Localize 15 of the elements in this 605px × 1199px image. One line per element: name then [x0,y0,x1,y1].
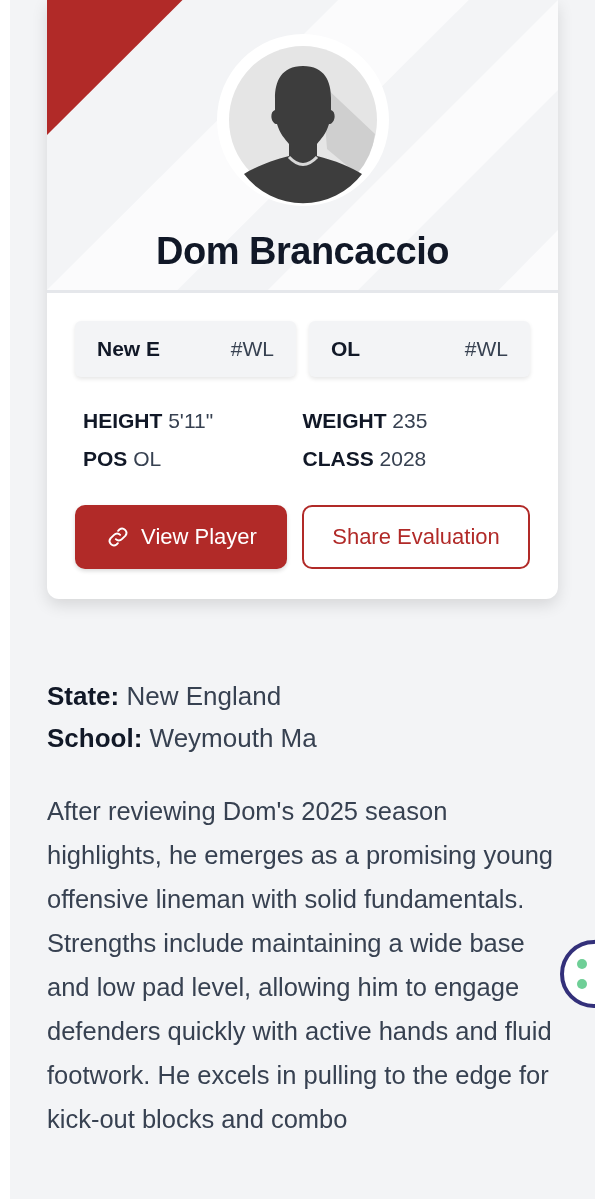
avatar-icon [216,34,389,206]
tag-label: OL [331,337,361,361]
player-name: Dom Brancaccio [156,230,449,273]
evaluation-paragraph: After reviewing Dom's 2025 season highlights, he emerges as a promising young offensive lineman with solid fundamentals. Strengths include maintaining a wide base and low pad level, allowing him to engage defenders quickly with active hands and fluid footwork. He excels in pulling to the edge for kick-out blocks and combo [47,796,555,1135]
tag-code: #WL [230,337,274,361]
stat-text: HEIGHT 5'11" [83,409,215,433]
view-player-button[interactable]: View Player [75,505,287,569]
tag-label: New E [97,337,161,361]
stat-text: WEIGHT 235 [302,409,429,433]
detail-text: School: Weymouth Ma [47,722,318,755]
detail-text: State: New England [47,680,283,713]
stat-text: POS OL [83,447,163,471]
tag-code: #WL [464,337,508,361]
share-evaluation-button[interactable]: Share Evaluation [302,505,530,569]
stat-text: CLASS 2028 [302,447,428,471]
